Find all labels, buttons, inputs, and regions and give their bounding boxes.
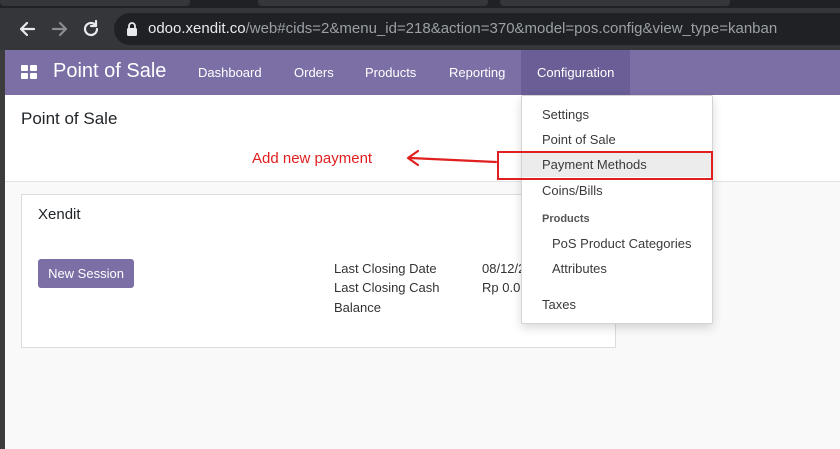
last-closing-cash-value: Rp 0.0 [482, 280, 521, 295]
app-name[interactable]: Point of Sale [53, 60, 166, 83]
browser-tab-strip [0, 0, 840, 8]
menu-dashboard[interactable]: Dashboard [182, 50, 278, 95]
new-session-button[interactable]: New Session [38, 259, 134, 288]
url-text: odoo.xendit.co/web#cids=2&menu_id=218&ac… [148, 20, 777, 37]
apps-grid-icon[interactable] [21, 65, 37, 80]
forward-arrow-icon[interactable] [49, 18, 71, 40]
balance-label: Balance [334, 300, 381, 315]
dropdown-item-settings[interactable]: Settings [522, 103, 712, 127]
menu-configuration[interactable]: Configuration [521, 50, 631, 95]
dropdown-item-attributes[interactable]: Attributes [522, 257, 712, 281]
browser-tab[interactable] [500, 0, 730, 6]
dropdown-item-pos-product-categories[interactable]: PoS Product Categories [522, 232, 712, 256]
annotation-arrow-icon [400, 148, 500, 175]
browser-tab[interactable] [0, 0, 190, 6]
dropdown-item-taxes[interactable]: Taxes [522, 293, 712, 317]
address-bar[interactable]: odoo.xendit.co/web#cids=2&menu_id=218&ac… [114, 13, 840, 45]
reload-icon[interactable] [80, 18, 102, 40]
last-closing-date-label: Last Closing Date [334, 261, 437, 276]
url-host: odoo.xendit.co [148, 20, 246, 37]
configuration-dropdown: Settings Point of Sale Payment Methods C… [521, 95, 713, 324]
back-arrow-icon[interactable] [16, 18, 38, 40]
dropdown-section-products: Products [542, 213, 590, 225]
browser-toolbar: odoo.xendit.co/web#cids=2&menu_id=218&ac… [0, 8, 840, 50]
last-closing-date-value: 08/12/2 [482, 261, 526, 276]
menu-orders[interactable]: Orders [278, 50, 350, 95]
dropdown-item-coins-bills[interactable]: Coins/Bills [522, 179, 712, 203]
last-closing-cash-label: Last Closing Cash [334, 280, 440, 295]
browser-tab[interactable] [258, 0, 488, 6]
main-navbar: Point of Sale Dashboard Orders Products … [5, 50, 840, 95]
annotation-text: Add new payment [252, 150, 373, 167]
pos-config-name: Xendit [38, 206, 81, 223]
lock-icon[interactable] [126, 21, 138, 42]
menu-products[interactable]: Products [349, 50, 432, 95]
odoo-app: Point of Sale Dashboard Orders Products … [5, 50, 840, 449]
url-path: /web#cids=2&menu_id=218&action=370&model… [245, 20, 778, 37]
annotation-highlight-box [497, 151, 713, 180]
page-title: Point of Sale [21, 109, 118, 128]
dropdown-item-point-of-sale[interactable]: Point of Sale [522, 128, 712, 152]
menu-reporting[interactable]: Reporting [433, 50, 521, 95]
